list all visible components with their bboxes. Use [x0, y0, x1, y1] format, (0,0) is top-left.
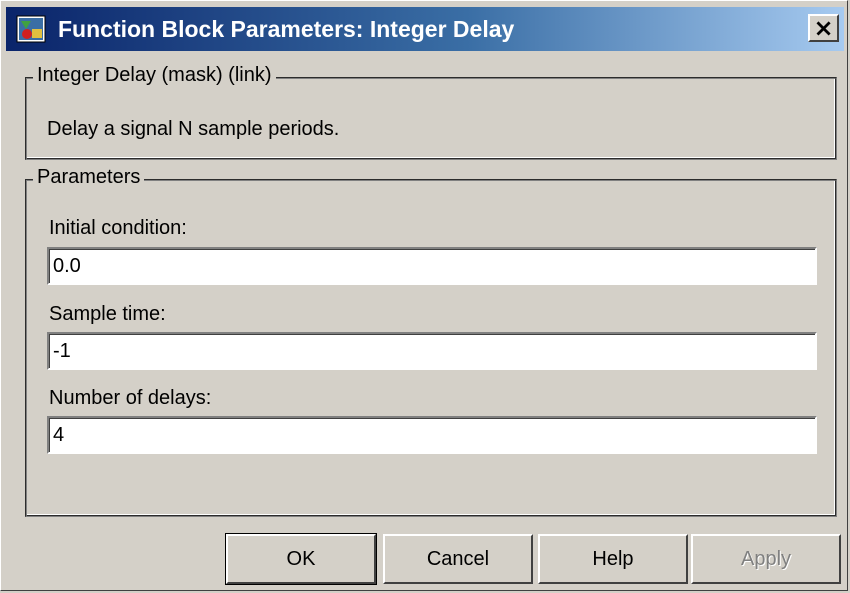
- number-of-delays-label: Number of delays:: [49, 387, 212, 409]
- title-bar[interactable]: Function Block Parameters: Integer Delay…: [6, 7, 844, 51]
- close-icon: ×: [813, 14, 834, 42]
- block-description: Delay a signal N sample periods.: [47, 118, 340, 140]
- sample-time-label: Sample time:: [49, 303, 166, 325]
- help-button[interactable]: Help: [538, 534, 688, 584]
- description-legend: Integer Delay (mask) (link): [33, 64, 276, 87]
- apply-button[interactable]: Apply: [691, 534, 841, 584]
- cancel-button[interactable]: Cancel: [383, 534, 533, 584]
- simulink-block-icon: [16, 15, 46, 43]
- parameters-legend: Parameters: [33, 166, 145, 189]
- initial-condition-input[interactable]: 0.0: [47, 247, 817, 285]
- number-of-delays-input[interactable]: 4: [47, 416, 817, 454]
- dialog-window: Function Block Parameters: Integer Delay…: [0, 0, 848, 591]
- close-button[interactable]: ×: [808, 14, 839, 42]
- initial-condition-label: Initial condition:: [49, 217, 187, 239]
- window-title: Function Block Parameters: Integer Delay: [58, 16, 515, 42]
- sample-time-input[interactable]: -1: [47, 332, 817, 370]
- ok-button[interactable]: OK: [225, 533, 377, 585]
